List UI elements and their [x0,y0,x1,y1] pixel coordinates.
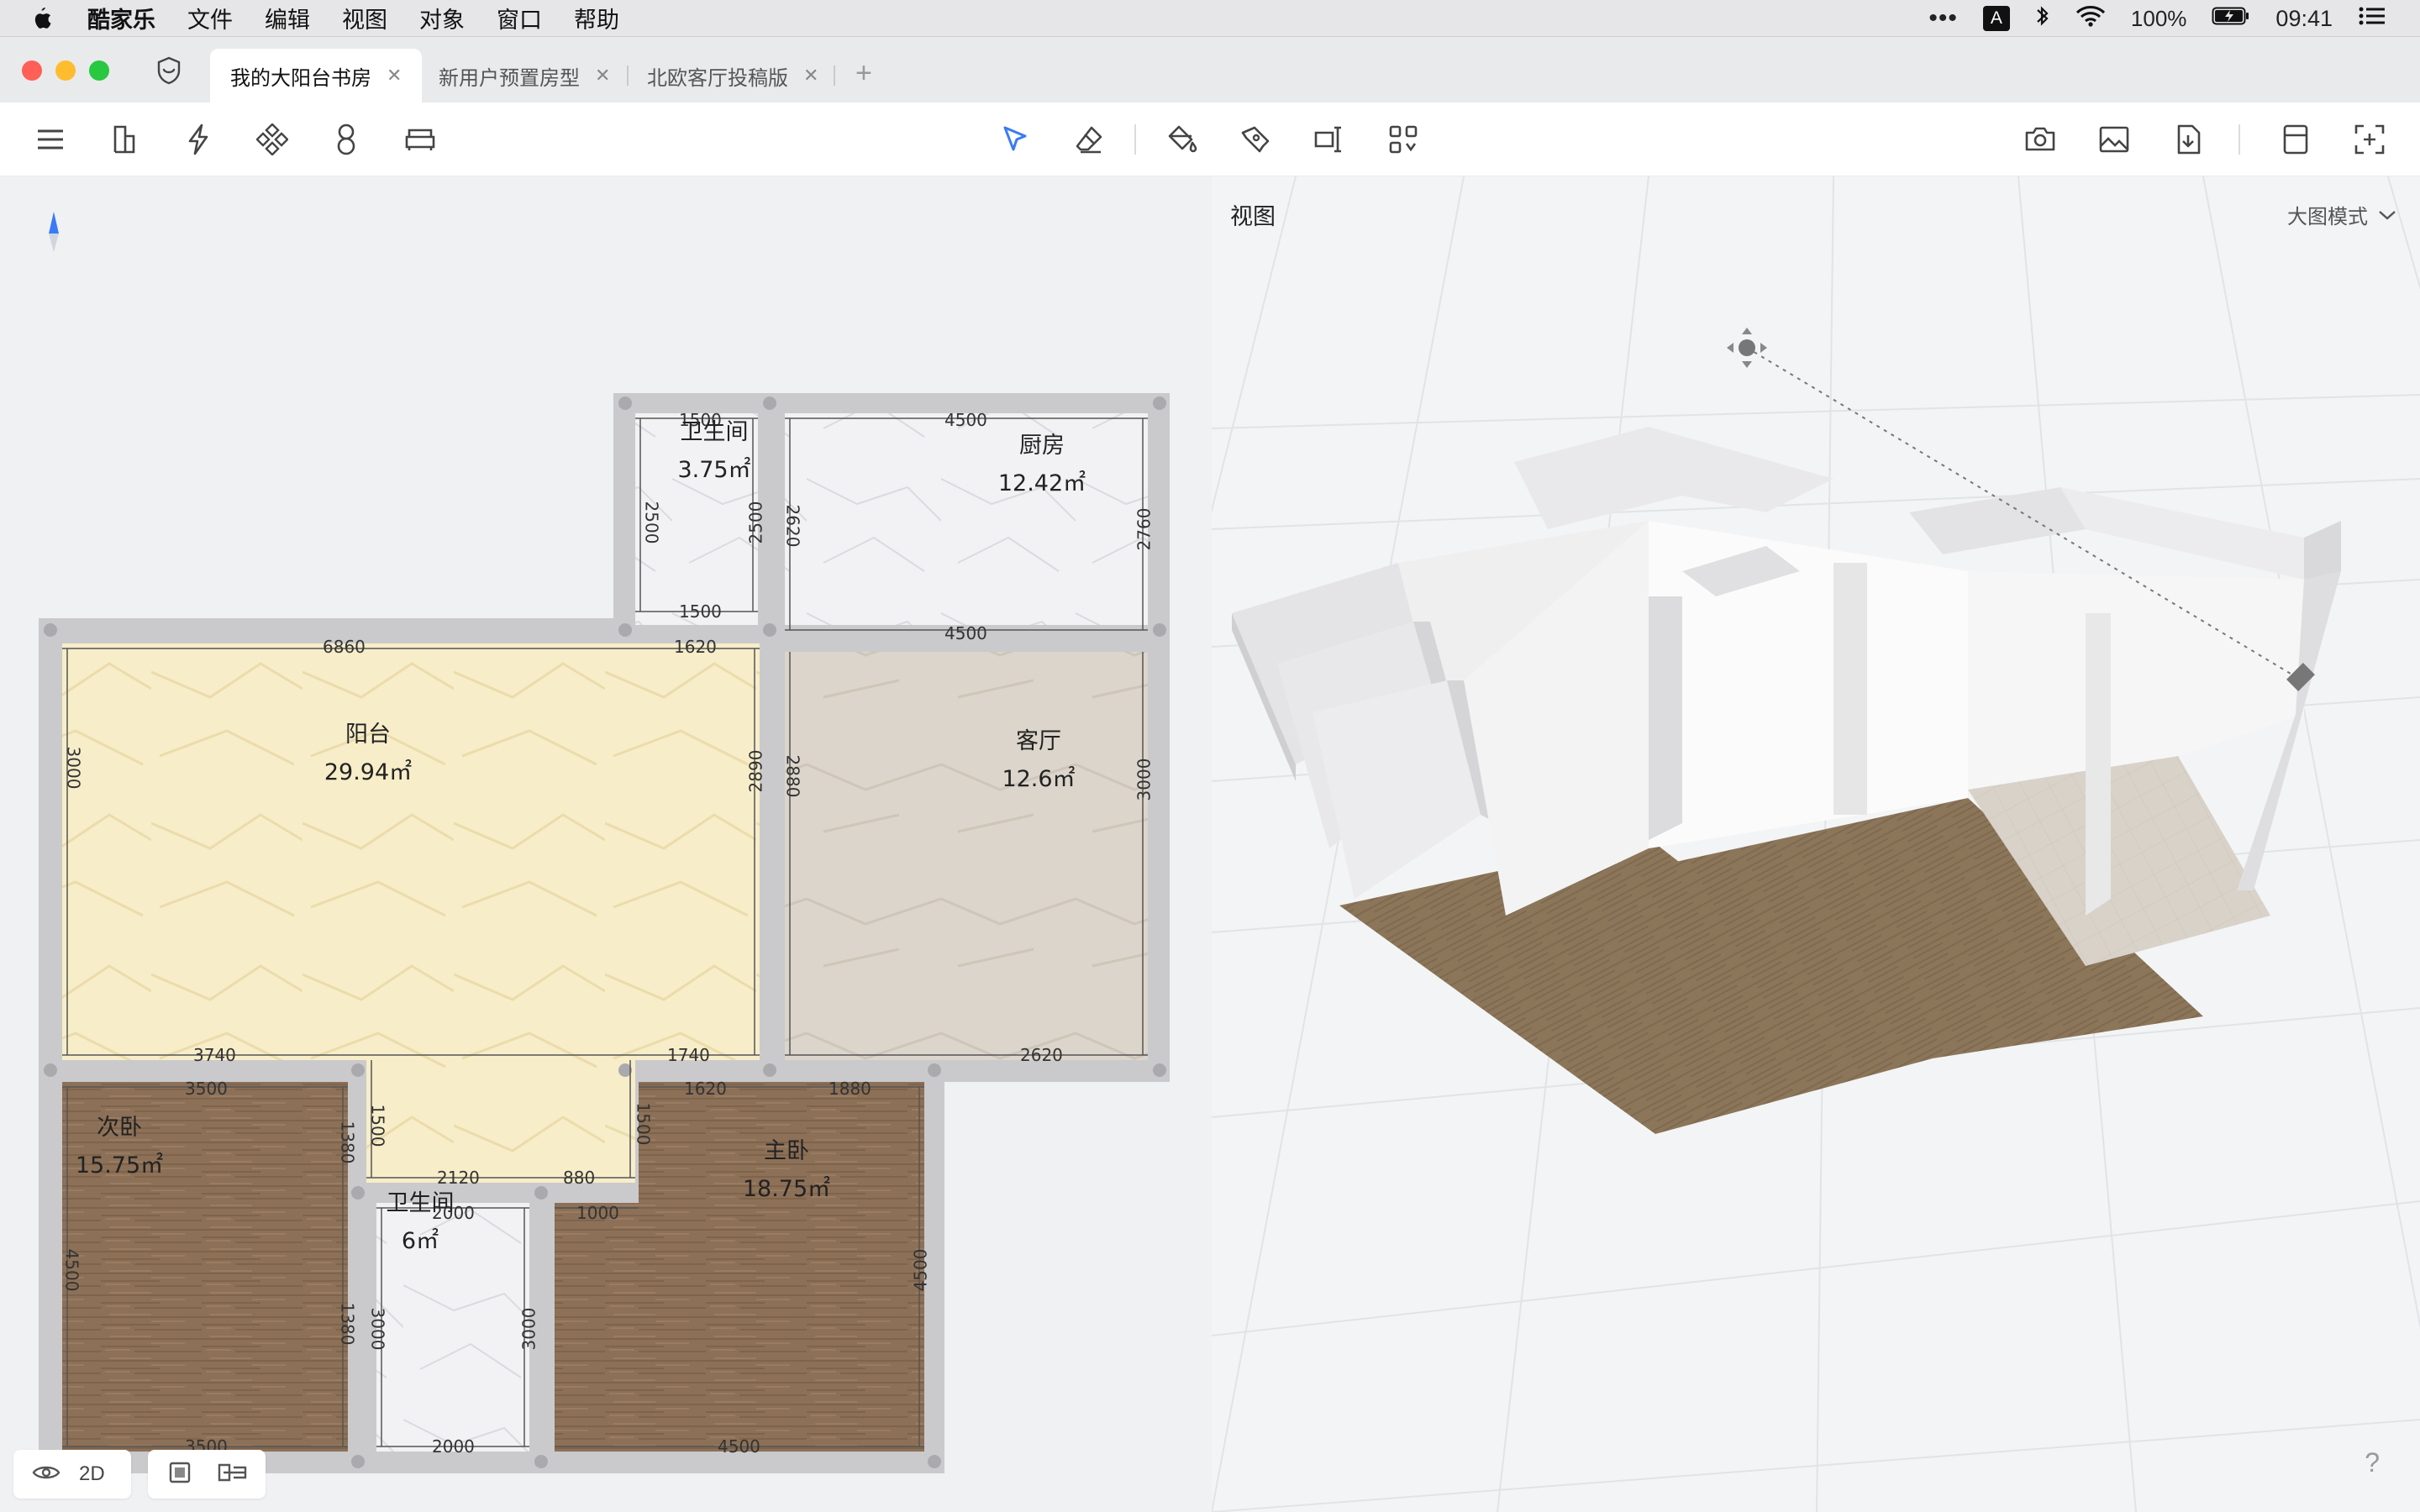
toolbar-divider [2238,124,2240,155]
tab-bar: 我的大阳台书房 ✕ 新用户预置房型 ✕ 北欧客厅投稿版 ✕ + [0,37,2420,102]
room-label-balcony[interactable]: 阳台 29.94㎡ [306,716,430,786]
view-title: 视图 [1230,204,1276,229]
room-label-kitchen[interactable]: 厨房 12.42㎡ [983,427,1101,497]
layer-icon[interactable] [168,1461,192,1488]
battery-percent: 100% [2130,5,2187,31]
bluetooth-icon[interactable] [2035,4,2050,34]
components-icon[interactable] [254,121,291,158]
room-labels: 卫生间 3.75㎡ 厨房 12.42㎡ 阳台 29.94㎡ 客厅 12.6㎡ 次… [0,176,1212,1512]
tab-my-balcony-study[interactable]: 我的大阳台书房 ✕ [210,49,423,102]
ruler-text-icon[interactable] [1311,121,1348,158]
display-options [148,1450,266,1499]
help-icon[interactable]: ? [2365,1447,2380,1478]
view-mode-label[interactable]: 2D [79,1462,105,1486]
menu-icon[interactable] [32,121,69,158]
window-controls [22,60,109,81]
tab-new-user-preset[interactable]: 新用户预置房型 ✕ [418,49,630,102]
room-label-living-room[interactable]: 客厅 12.6㎡ [980,722,1097,793]
menu-view[interactable]: 视图 [342,2,387,34]
split-view-icon[interactable] [217,1461,247,1488]
menu-edit[interactable]: 编辑 [265,2,310,34]
shield-icon[interactable] [155,55,183,90]
view-mode-dropdown[interactable]: 大图模式 [2287,200,2396,229]
room-label-bathroom-bottom[interactable]: 卫生间 6㎡ [370,1184,471,1255]
eraser-icon[interactable] [1071,121,1107,158]
menu-object[interactable]: 对象 [419,2,465,34]
download-icon[interactable] [2170,121,2207,158]
view-mode-toggle[interactable]: 2D [13,1450,131,1499]
more-dots-icon[interactable]: ••• [1928,4,1958,33]
close-window-button[interactable] [22,60,42,81]
close-tab-icon[interactable]: ✕ [595,65,610,87]
layout-icon[interactable] [2277,121,2314,158]
wifi-icon[interactable] [2075,4,2106,34]
tab-nordic-living[interactable]: 北欧客厅投稿版 ✕ [627,49,839,102]
close-tab-icon[interactable]: ✕ [387,65,402,87]
new-tab-button[interactable]: + [855,59,872,87]
lightning-icon[interactable] [180,121,217,158]
tab-divider [834,66,835,86]
menubar: 酷家乐 文件 编辑 视图 对象 窗口 帮助 ••• A 100% 09:41 [0,0,2420,37]
toolbar [0,102,2420,176]
figure-eight-icon[interactable] [328,121,365,158]
image-icon[interactable] [2096,121,2133,158]
menu-app-name[interactable]: 酷家乐 [87,2,155,34]
door-icon[interactable] [106,121,143,158]
zoom-window-button[interactable] [89,60,109,81]
control-center-icon[interactable] [2358,4,2386,34]
sofa-icon[interactable] [402,121,439,158]
close-tab-icon[interactable]: ✕ [803,65,818,87]
camera-icon[interactable] [2022,121,2059,158]
clock[interactable]: 09:41 [2275,6,2333,32]
select-pointer-icon[interactable] [997,121,1034,158]
room-label-bathroom-top[interactable]: 卫生间 3.75㎡ [664,413,765,484]
fit-screen-icon[interactable] [2351,121,2388,158]
view-mode-value: 大图模式 [2287,206,2368,228]
apple-icon[interactable] [30,6,71,31]
room-label-second-bedroom[interactable]: 次卧 15.75㎡ [60,1109,178,1179]
eye-icon[interactable] [32,1463,60,1486]
floorplan-canvas[interactable]: 1500 1500 2500 2500 4500 4500 2620 2760 … [0,176,1212,1512]
minimize-window-button[interactable] [55,60,76,81]
tag-icon[interactable] [1237,121,1274,158]
3d-view-panel[interactable]: 视图 大图模式 ? [1212,176,2420,1512]
toolbar-divider [1134,124,1136,155]
grid-apps-icon[interactable] [1385,121,1422,158]
menu-window[interactable]: 窗口 [497,2,542,34]
tab-label: 北欧客厅投稿版 [647,66,788,90]
battery-icon[interactable] [2212,5,2250,33]
paint-bucket-icon[interactable] [1163,121,1200,158]
tab-label: 新用户预置房型 [439,66,580,90]
tab-label: 我的大阳台书房 [230,66,371,90]
menu-help[interactable]: 帮助 [574,2,619,34]
room-label-master-bedroom[interactable]: 主卧 18.75㎡ [728,1132,845,1203]
3d-scene[interactable] [1212,176,2420,1512]
chevron-down-icon [2378,203,2396,227]
menu-file[interactable]: 文件 [187,2,233,34]
input-method-icon[interactable]: A [1982,6,2010,31]
